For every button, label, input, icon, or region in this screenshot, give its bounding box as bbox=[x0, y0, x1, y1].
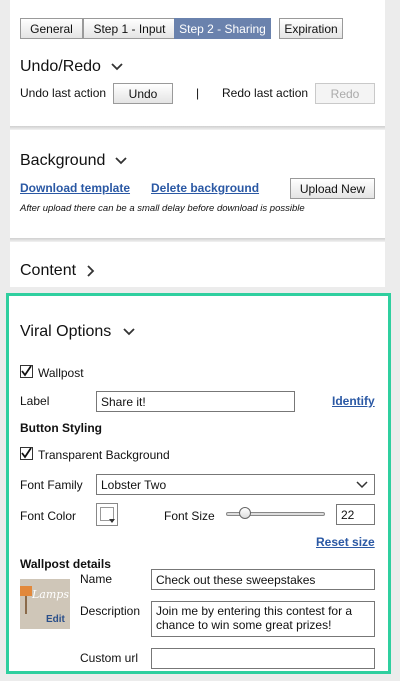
label-input[interactable] bbox=[96, 391, 295, 412]
viral-options-heading[interactable]: Viral Options bbox=[20, 323, 111, 341]
download-template-link[interactable]: Download template bbox=[20, 181, 130, 195]
undo-redo-title: Undo/Redo bbox=[20, 58, 101, 75]
background-panel: Background Download template Delete back… bbox=[10, 130, 385, 238]
lamp-pole bbox=[25, 596, 27, 614]
wallpost-thumbnail[interactable]: Lamps Edit bbox=[20, 579, 70, 629]
wallpost-checkbox[interactable] bbox=[20, 365, 33, 378]
viral-options-panel: Viral Options Wallpost Label Identify Bu… bbox=[6, 293, 391, 674]
upload-note: After upload there can be a small delay … bbox=[20, 203, 305, 214]
font-size-slider[interactable] bbox=[226, 507, 325, 519]
name-input[interactable] bbox=[151, 569, 375, 590]
tab-step2-sharing[interactable]: Step 2 - Sharing bbox=[174, 18, 271, 39]
upload-new-button[interactable]: Upload New bbox=[290, 178, 375, 199]
name-label: Name bbox=[80, 572, 113, 586]
tab-step1-input[interactable]: Step 1 - Input bbox=[83, 18, 175, 39]
slider-thumb[interactable] bbox=[239, 507, 251, 519]
button-styling-heading: Button Styling bbox=[20, 421, 102, 435]
wallpost-label: Wallpost bbox=[38, 366, 84, 380]
chevron-down-icon[interactable] bbox=[114, 156, 128, 166]
transparent-background-checkbox[interactable] bbox=[20, 447, 33, 460]
description-textarea[interactable]: Join me by entering this contest for a c… bbox=[151, 601, 375, 637]
thumbnail-text: Lamps bbox=[32, 588, 69, 601]
font-family-select[interactable]: Lobster Two bbox=[96, 474, 375, 495]
identify-link[interactable]: Identify bbox=[332, 394, 375, 408]
undo-label: Undo last action bbox=[20, 86, 107, 100]
edit-label[interactable]: Edit bbox=[46, 614, 65, 625]
reset-size-link[interactable]: Reset size bbox=[316, 535, 375, 549]
checkmark-icon bbox=[21, 447, 32, 459]
font-size-label: Font Size bbox=[164, 509, 215, 523]
redo-label: Redo last action bbox=[222, 86, 309, 100]
label-label: Label bbox=[20, 394, 50, 408]
content-heading[interactable]: Content bbox=[20, 262, 76, 280]
font-color-label: Font Color bbox=[20, 509, 77, 523]
transparent-background-label: Transparent Background bbox=[38, 448, 170, 462]
chevron-down-icon[interactable] bbox=[122, 327, 136, 337]
chevron-down-icon[interactable] bbox=[110, 62, 124, 72]
font-family-label: Font Family bbox=[20, 478, 83, 492]
dropdown-arrow-icon bbox=[109, 519, 115, 523]
custom-url-label: Custom url bbox=[80, 651, 139, 665]
checkmark-icon bbox=[21, 365, 32, 377]
undo-button[interactable]: Undo bbox=[113, 83, 173, 104]
redo-button[interactable]: Redo bbox=[315, 83, 375, 104]
description-label: Description bbox=[80, 604, 141, 618]
tab-general[interactable]: General bbox=[20, 18, 83, 39]
chevron-down-icon bbox=[356, 481, 368, 489]
chevron-right-icon[interactable] bbox=[86, 264, 96, 278]
content-panel: Content bbox=[10, 242, 385, 287]
wallpost-details-heading: Wallpost details bbox=[20, 557, 111, 571]
lamp-shade bbox=[20, 586, 32, 596]
top-panel: General Step 1 - Input Step 2 - Sharing … bbox=[10, 0, 385, 126]
undo-redo-heading[interactable]: Undo/Redo bbox=[20, 58, 101, 76]
font-color-swatch[interactable] bbox=[96, 503, 118, 526]
custom-url-input[interactable] bbox=[151, 648, 375, 669]
font-size-input[interactable] bbox=[336, 504, 375, 525]
undo-redo-divider: | bbox=[196, 86, 200, 100]
background-heading[interactable]: Background bbox=[20, 152, 105, 170]
tab-expiration[interactable]: Expiration bbox=[279, 18, 343, 39]
delete-background-link[interactable]: Delete background bbox=[151, 181, 259, 195]
font-family-value: Lobster Two bbox=[101, 478, 167, 492]
